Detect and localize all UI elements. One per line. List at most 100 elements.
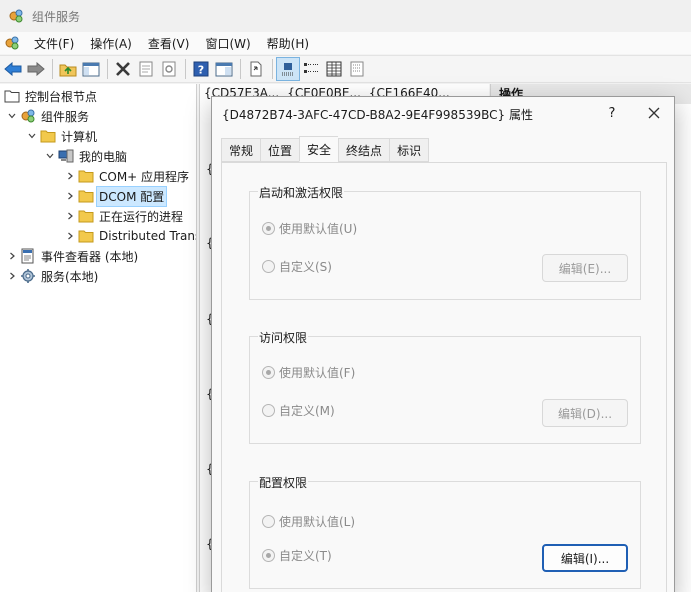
tree-node-label: 事件查看器 (本地) bbox=[41, 249, 139, 264]
forward-button[interactable] bbox=[25, 58, 47, 80]
access-permissions-group: 访问权限 使用默认值(F) 自定义(M) 编辑(D)... bbox=[249, 329, 641, 444]
tree-node-component-services[interactable]: 组件服务 bbox=[6, 106, 89, 126]
chevron-down-icon[interactable] bbox=[6, 110, 18, 122]
toolbar-separator bbox=[240, 59, 241, 79]
chevron-right-icon[interactable] bbox=[64, 190, 76, 202]
radio-label: 自定义(M) bbox=[279, 404, 335, 418]
refresh-icon bbox=[162, 61, 176, 77]
tab-general[interactable]: 常规 bbox=[221, 138, 261, 162]
tree-node-label: 正在运行的进程 bbox=[99, 209, 184, 224]
access-default-radio[interactable]: 使用默认值(F) bbox=[262, 364, 355, 381]
menu-bar: 文件(F) 操作(A) 查看(V) 窗口(W) 帮助(H) bbox=[0, 32, 691, 54]
tree-node-computers[interactable]: 计算机 bbox=[26, 126, 97, 146]
menu-help[interactable]: 帮助(H) bbox=[259, 35, 317, 52]
close-icon bbox=[648, 107, 660, 119]
tab-security[interactable]: 安全 bbox=[299, 136, 339, 162]
properties-dialog: {D4872B74-3AFC-47CD-B8A2-9E4F998539BC} 属… bbox=[211, 96, 675, 592]
config-edit-button[interactable]: 编辑(I)... bbox=[542, 544, 628, 572]
services-gear-icon bbox=[20, 268, 36, 284]
group-title: 配置权限 bbox=[258, 474, 309, 491]
help-button[interactable]: ? bbox=[602, 103, 622, 123]
up-button[interactable] bbox=[57, 58, 79, 80]
chevron-right-icon[interactable] bbox=[64, 170, 76, 182]
radio-selected-icon bbox=[262, 366, 275, 379]
launch-edit-button[interactable]: 编辑(E)... bbox=[542, 254, 628, 282]
config-custom-radio[interactable]: 自定义(T) bbox=[262, 547, 332, 564]
radio-label: 自定义(S) bbox=[279, 260, 332, 274]
tree-node-my-computer[interactable]: 我的电脑 bbox=[44, 146, 127, 166]
folder-icon bbox=[78, 168, 94, 184]
tree-node-dtc[interactable]: Distributed Transaction Coordinator bbox=[64, 226, 196, 246]
menu-window[interactable]: 窗口(W) bbox=[197, 35, 258, 52]
tree-node-running-processes[interactable]: 正在运行的进程 bbox=[64, 206, 183, 226]
help-button[interactable]: ? bbox=[190, 58, 212, 80]
config-default-radio[interactable]: 使用默认值(L) bbox=[262, 513, 355, 530]
forward-icon bbox=[27, 62, 45, 76]
chevron-down-icon[interactable] bbox=[26, 130, 38, 142]
dialog-title: {D4872B74-3AFC-47CD-B8A2-9E4F998539BC} 属… bbox=[222, 108, 533, 122]
export-icon bbox=[250, 61, 262, 77]
launch-custom-radio[interactable]: 自定义(S) bbox=[262, 258, 332, 275]
close-button[interactable] bbox=[640, 101, 668, 125]
tab-endpoints[interactable]: 终结点 bbox=[338, 138, 390, 162]
radio-unselected-icon bbox=[262, 404, 275, 417]
toolbar-separator bbox=[272, 59, 273, 79]
radio-label: 使用默认值(U) bbox=[279, 222, 358, 236]
list-view-button[interactable] bbox=[323, 58, 345, 80]
radio-selected-icon bbox=[262, 222, 275, 235]
access-edit-button[interactable]: 编辑(D)... bbox=[542, 399, 628, 427]
chevron-right-icon[interactable] bbox=[64, 210, 76, 222]
console-tree-icon bbox=[82, 62, 100, 77]
toolbar-separator bbox=[107, 59, 108, 79]
access-custom-radio[interactable]: 自定义(M) bbox=[262, 402, 335, 419]
radio-label: 使用默认值(F) bbox=[279, 366, 356, 380]
chevron-down-icon[interactable] bbox=[44, 150, 56, 162]
menu-action[interactable]: 操作(A) bbox=[82, 35, 140, 52]
tree-node-services[interactable]: 服务(本地) bbox=[6, 266, 98, 286]
chevron-right-icon[interactable] bbox=[64, 230, 76, 242]
large-icons-button[interactable] bbox=[276, 57, 300, 81]
tree-node-event-viewer[interactable]: 事件查看器 (本地) bbox=[6, 246, 138, 266]
mmc-icon bbox=[215, 62, 233, 77]
radio-unselected-icon bbox=[262, 515, 275, 528]
tree-node-label: Distributed Transaction Coordinator bbox=[99, 229, 196, 243]
export-list-button[interactable] bbox=[245, 58, 267, 80]
security-tab-panel: 启动和激活权限 使用默认值(U) 自定义(S) 编辑(E)... 访问权限 使用… bbox=[221, 162, 667, 592]
back-button[interactable] bbox=[2, 58, 24, 80]
delete-icon bbox=[116, 62, 130, 76]
radio-label: 使用默认值(L) bbox=[279, 515, 356, 529]
mmc-button[interactable] bbox=[213, 58, 235, 80]
small-icons-button[interactable] bbox=[300, 58, 322, 80]
radio-selected-icon bbox=[262, 549, 275, 562]
tree-node-label: 计算机 bbox=[61, 129, 98, 144]
launch-default-radio[interactable]: 使用默认值(U) bbox=[262, 220, 357, 237]
menu-file[interactable]: 文件(F) bbox=[26, 35, 82, 52]
delete-button[interactable] bbox=[112, 58, 134, 80]
tab-location[interactable]: 位置 bbox=[260, 138, 300, 162]
properties-button[interactable] bbox=[135, 58, 157, 80]
group-title: 访问权限 bbox=[258, 329, 309, 346]
menu-view[interactable]: 查看(V) bbox=[140, 35, 198, 52]
component-services-icon[interactable] bbox=[4, 35, 20, 51]
show-hide-tree-button[interactable] bbox=[80, 58, 102, 80]
group-title: 启动和激活权限 bbox=[258, 184, 345, 201]
tree-node-root[interactable]: 控制台根节点 bbox=[4, 86, 97, 106]
tree-node-com-apps[interactable]: COM+ 应用程序 bbox=[64, 166, 189, 186]
refresh-button[interactable] bbox=[158, 58, 180, 80]
tree-node-label: 服务(本地) bbox=[41, 269, 99, 284]
toolbar: ? bbox=[0, 55, 691, 83]
folder-icon bbox=[40, 128, 56, 144]
detail-view-button[interactable] bbox=[346, 58, 368, 80]
folder-icon bbox=[4, 88, 20, 104]
chevron-right-icon[interactable] bbox=[6, 270, 18, 282]
dialog-tabs: 常规 位置 安全 终结点 标识 bbox=[221, 136, 430, 162]
chevron-right-icon[interactable] bbox=[6, 250, 18, 262]
properties-icon bbox=[139, 61, 153, 77]
radio-label: 自定义(T) bbox=[279, 549, 332, 563]
tab-identity[interactable]: 标识 bbox=[389, 138, 430, 162]
help-icon: ? bbox=[193, 61, 209, 77]
tree-node-dcom-config[interactable]: DCOM 配置 bbox=[64, 185, 168, 207]
toolbar-separator bbox=[185, 59, 186, 79]
list-view-icon bbox=[326, 61, 342, 77]
tree-node-label: 组件服务 bbox=[41, 109, 90, 124]
